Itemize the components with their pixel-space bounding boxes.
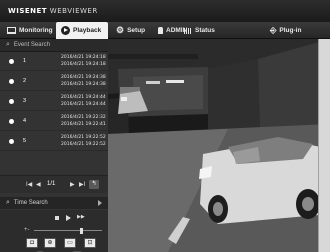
return-button[interactable]: ↰ [89, 180, 99, 189]
time-search-label: Time Search [13, 200, 48, 206]
event-start-time: 2016/4/21 19:24:44 [61, 95, 106, 100]
event-radio[interactable] [9, 119, 14, 124]
first-page-button[interactable]: I◀ [26, 181, 32, 188]
top-nav: Monitoring Playback ⚙ Setup ADMIN Status… [0, 22, 330, 39]
fast-forward-button[interactable]: ▶▶ [77, 214, 85, 220]
prev-page-button[interactable]: ◀ [36, 181, 41, 188]
brand-logo: WISENET WEBVIEWER [8, 7, 98, 15]
event-number: 4 [23, 118, 27, 124]
status-link[interactable]: Status [184, 22, 220, 39]
playback-panel: ⌕ Event Search 1 2016/4/21 19:24:18 2016… [0, 39, 108, 252]
toolbar: ◘ ⊕ ▭ ⊡ [0, 238, 108, 250]
webviewer-app: WISENET WEBVIEWER Monitoring Playback ⚙ … [0, 0, 330, 252]
monitor-icon [7, 27, 16, 34]
speed-slider-handle[interactable] [80, 228, 84, 234]
event-number: 1 [23, 58, 27, 64]
brand-bar: WISENET WEBVIEWER [0, 0, 330, 22]
playback-icon [61, 26, 70, 35]
tab-setup-label: Setup [127, 27, 146, 34]
event-end-time: 2016/4/21 19:24:38 [61, 82, 106, 87]
capture-button[interactable]: ◘ [26, 238, 38, 248]
tab-monitoring-label: Monitoring [19, 27, 53, 34]
playback-controls: ▶▶ +- ◘ ⊕ ▭ ⊡ i ◉ [0, 210, 108, 252]
event-number: 2 [23, 78, 27, 84]
clock-search-icon: ⌕ [6, 199, 10, 206]
play-button[interactable] [66, 215, 71, 221]
list-item[interactable]: 1 2016/4/21 19:24:18 2016/4/21 19:24:18 [0, 53, 108, 71]
plugin-label: Plug-in [279, 27, 302, 34]
next-page-button[interactable]: ▶ [70, 181, 75, 188]
tab-playback-label: Playback [73, 27, 102, 34]
expand-arrow-icon [98, 200, 102, 206]
plugin-link[interactable]: ⎆ Plug-in [270, 22, 328, 39]
time-search-header[interactable]: ⌕ Time Search [0, 197, 108, 209]
tab-playback[interactable]: Playback [56, 22, 108, 39]
pagination: I◀ ◀ 1/1 ▶ ▶I ↰ [0, 175, 108, 193]
speed-control: +- [24, 227, 104, 234]
event-radio[interactable] [9, 139, 14, 144]
parking-garage-video-frame [108, 39, 330, 252]
status-bars-icon [184, 27, 192, 34]
status-label: Status [195, 27, 215, 34]
fit-screen-button[interactable]: ⊡ [84, 238, 96, 248]
list-item[interactable]: 2 2016/4/21 19:24:38 2016/4/21 19:24:38 [0, 73, 108, 91]
event-end-time: 2016/4/21 19:24:18 [61, 62, 106, 67]
event-radio[interactable] [9, 99, 14, 104]
list-item[interactable]: 4 2016/4/21 19:22:32 2016/4/21 19:22:41 [0, 113, 108, 131]
plug-icon: ⎆ [270, 25, 277, 35]
last-page-button[interactable]: ▶I [79, 181, 85, 188]
event-start-time: 2016/4/21 19:22:52 [61, 135, 106, 140]
event-end-time: 2016/4/21 19:22:41 [61, 122, 106, 127]
event-radio[interactable] [9, 59, 14, 64]
list-item[interactable]: 5 2016/4/21 19:22:52 2016/4/21 19:22:52 [0, 133, 108, 151]
user-icon [158, 27, 163, 34]
event-number: 5 [23, 138, 27, 144]
stop-button[interactable] [55, 216, 59, 220]
event-end-time: 2016/4/21 19:24:44 [61, 102, 106, 107]
event-start-time: 2016/4/21 19:22:32 [61, 115, 106, 120]
event-start-time: 2016/4/21 19:24:38 [61, 75, 106, 80]
list-item[interactable]: 3 2016/4/21 19:24:44 2016/4/21 19:24:44 [0, 93, 108, 111]
event-radio[interactable] [9, 79, 14, 84]
event-start-time: 2016/4/21 19:24:18 [61, 55, 106, 60]
speed-slider-track[interactable] [34, 228, 102, 234]
event-end-time: 2016/4/21 19:22:52 [61, 142, 106, 147]
zoom-button[interactable]: ⊕ [44, 238, 56, 248]
speed-label: +- [24, 227, 30, 233]
page-indicator: 1/1 [47, 181, 56, 187]
export-button[interactable]: ▭ [64, 238, 76, 248]
tab-monitoring[interactable]: Monitoring [2, 22, 54, 39]
video-viewport[interactable] [108, 39, 330, 252]
right-side-strip [318, 39, 330, 252]
event-search-label: Event Search [13, 42, 50, 48]
gear-icon: ⚙ [116, 25, 125, 35]
event-number: 3 [23, 98, 27, 104]
search-icon: ⌕ [6, 41, 10, 48]
tab-setup[interactable]: ⚙ Setup [112, 22, 152, 39]
event-search-header[interactable]: ⌕ Event Search [0, 39, 108, 52]
